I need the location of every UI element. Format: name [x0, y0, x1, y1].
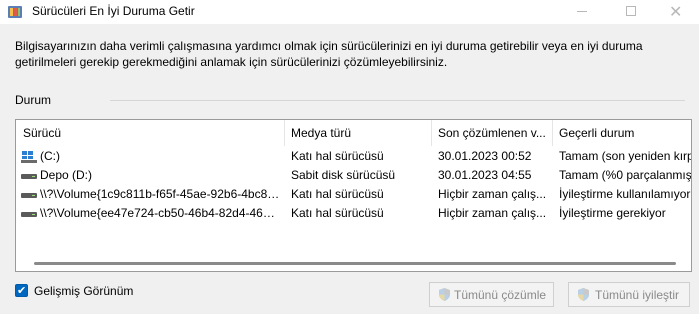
drive-icon: [21, 212, 37, 217]
description-text: Bilgisayarınızın daha verimli çalışmasın…: [15, 39, 643, 69]
defrag-app-icon: [8, 6, 22, 18]
close-icon: ✕: [669, 2, 683, 21]
table-row[interactable]: (C:) Katı hal sürücüsü 30.01.2023 00:52 …: [16, 147, 691, 166]
drive-name: Depo (D:): [40, 168, 93, 182]
last-analyzed: 30.01.2023 04:55: [438, 168, 532, 182]
status-group-label: Durum: [15, 93, 52, 107]
minimize-button[interactable]: [560, 0, 606, 24]
column-header-media-type[interactable]: Medya türü: [284, 120, 431, 146]
current-status: İyileştirme kullanılamıyor: [559, 187, 691, 201]
advanced-view-label[interactable]: Gelişmiş Görünüm: [34, 284, 133, 298]
drive-name: (C:): [40, 149, 60, 163]
current-status: Tamam (son yeniden kırp: [559, 149, 692, 163]
horizontal-scrollbar[interactable]: [16, 256, 691, 271]
table-row[interactable]: \\?\Volume{1c9c811b-f65f-45ae-92b6-4bc80…: [16, 185, 691, 204]
media-type: Sabit disk sürücüsü: [291, 168, 396, 182]
table-row[interactable]: Depo (D:) Sabit disk sürücüsü 30.01.2023…: [16, 166, 691, 185]
current-status: İyileştirme gerekiyor: [559, 206, 666, 220]
title-bar: Sürücüleri En İyi Duruma Getir ✕: [0, 0, 699, 24]
last-analyzed: Hiçbir zaman çalış...: [438, 206, 547, 220]
column-header-drive[interactable]: Sürücü: [16, 120, 284, 146]
current-status: Tamam (%0 parçalanmış): [559, 168, 692, 182]
close-button[interactable]: ✕: [653, 0, 699, 24]
table-row[interactable]: \\?\Volume{ee47e724-cb50-46b4-82d4-461e.…: [16, 204, 691, 223]
checkmark-icon: ✔: [17, 284, 27, 297]
minimize-icon: [577, 11, 587, 12]
analyze-all-label: Tümünü çözümle: [454, 288, 547, 302]
media-type: Katı hal sürücüsü: [291, 149, 384, 163]
maximize-button[interactable]: [608, 0, 654, 24]
uac-shield-icon: [439, 288, 450, 301]
uac-shield-icon: [578, 288, 589, 301]
group-divider: [110, 100, 685, 101]
column-header-last-analyzed[interactable]: Son çözümlenen v...: [431, 120, 552, 146]
list-header: Sürücü Medya türü Son çözümlenen v... Ge…: [16, 120, 691, 146]
scrollbar-thumb[interactable]: [34, 262, 676, 265]
windows-drive-icon: [21, 151, 37, 163]
optimize-all-label: Tümünü iyileştir: [595, 288, 680, 302]
column-header-current-status[interactable]: Geçerli durum: [552, 120, 691, 146]
drive-icon: [21, 193, 37, 198]
analyze-all-button[interactable]: Tümünü çözümle: [429, 282, 554, 307]
window-title: Sürücüleri En İyi Duruma Getir: [32, 4, 195, 18]
drive-icon: [21, 174, 37, 179]
last-analyzed: Hiçbir zaman çalış...: [438, 187, 547, 201]
maximize-icon: [626, 6, 636, 16]
advanced-view-checkbox[interactable]: ✔: [15, 284, 28, 297]
drive-name: \\?\Volume{ee47e724-cb50-46b4-82d4-461e.…: [40, 206, 280, 220]
media-type: Katı hal sürücüsü: [291, 206, 384, 220]
optimize-all-button[interactable]: Tümünü iyileştir: [568, 282, 690, 307]
media-type: Katı hal sürücüsü: [291, 187, 384, 201]
last-analyzed: 30.01.2023 00:52: [438, 149, 532, 163]
drive-list[interactable]: Sürücü Medya türü Son çözümlenen v... Ge…: [15, 119, 692, 272]
drive-name: \\?\Volume{1c9c811b-f65f-45ae-92b6-4bc80…: [40, 187, 280, 201]
